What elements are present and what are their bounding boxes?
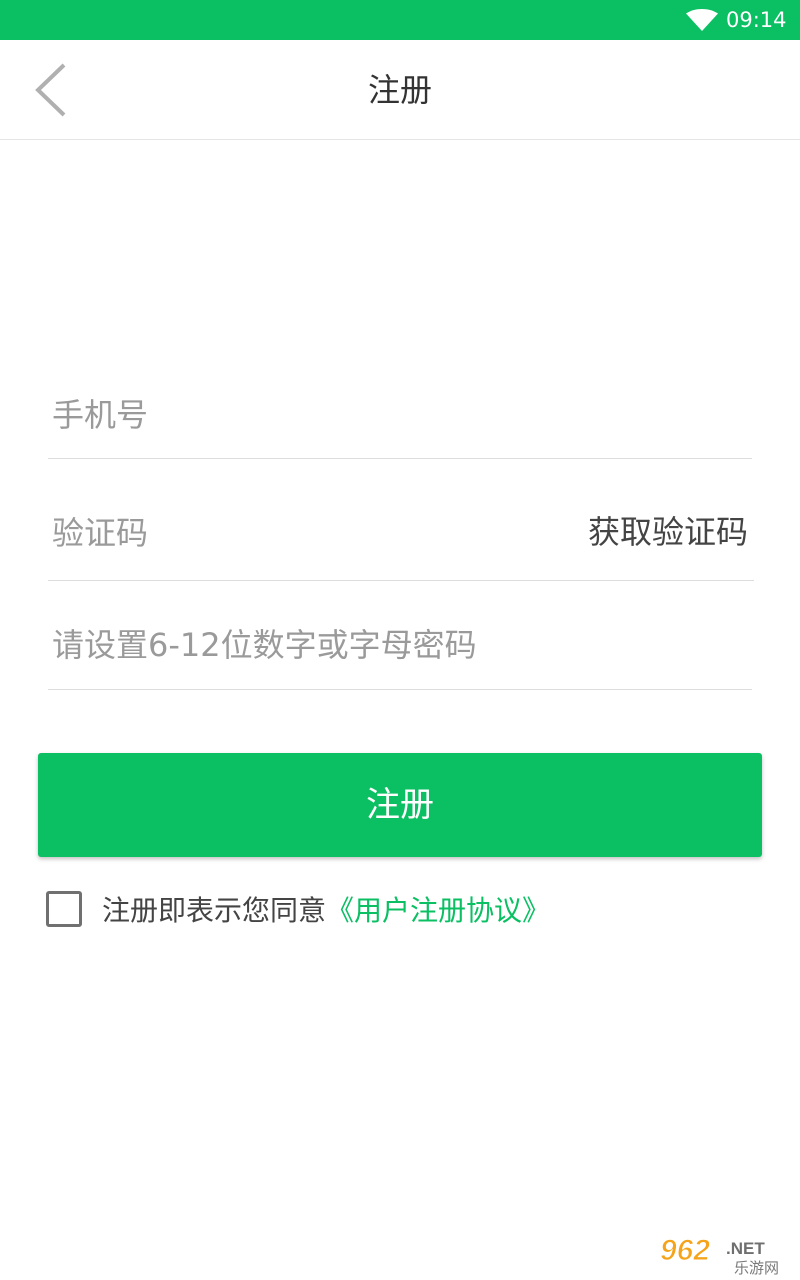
page-title: 注册 [367, 71, 432, 109]
status-bar: 09:14 [0, 0, 800, 40]
password-input[interactable] [52, 600, 742, 690]
nav-bar: 注册 [0, 40, 800, 140]
get-code-button[interactable]: 获取验证码 [588, 484, 748, 581]
phone-field [48, 370, 752, 459]
wifi-icon [686, 9, 718, 31]
verification-code-field: 获取验证码 [48, 484, 754, 581]
chevron-left-icon[interactable] [30, 62, 70, 118]
status-time: 09:14 [726, 8, 787, 32]
watermark-suffix: .NET [726, 1239, 765, 1258]
agreement-row: 注册即表示您同意 《用户注册协议》 [46, 888, 550, 930]
agreement-checkbox[interactable] [46, 891, 82, 927]
agreement-text: 注册即表示您同意 [102, 894, 327, 927]
agreement-link[interactable]: 《用户注册协议》 [326, 889, 550, 929]
watermark-caption: 乐游网 [734, 1259, 779, 1276]
password-field [48, 600, 752, 690]
register-button[interactable]: 注册 [38, 753, 762, 857]
watermark-brand: 962 [660, 1234, 710, 1267]
verification-code-input[interactable] [52, 484, 552, 581]
phone-input[interactable] [52, 370, 742, 459]
watermark-logo: 962 .NET 乐游网 [660, 1234, 780, 1277]
